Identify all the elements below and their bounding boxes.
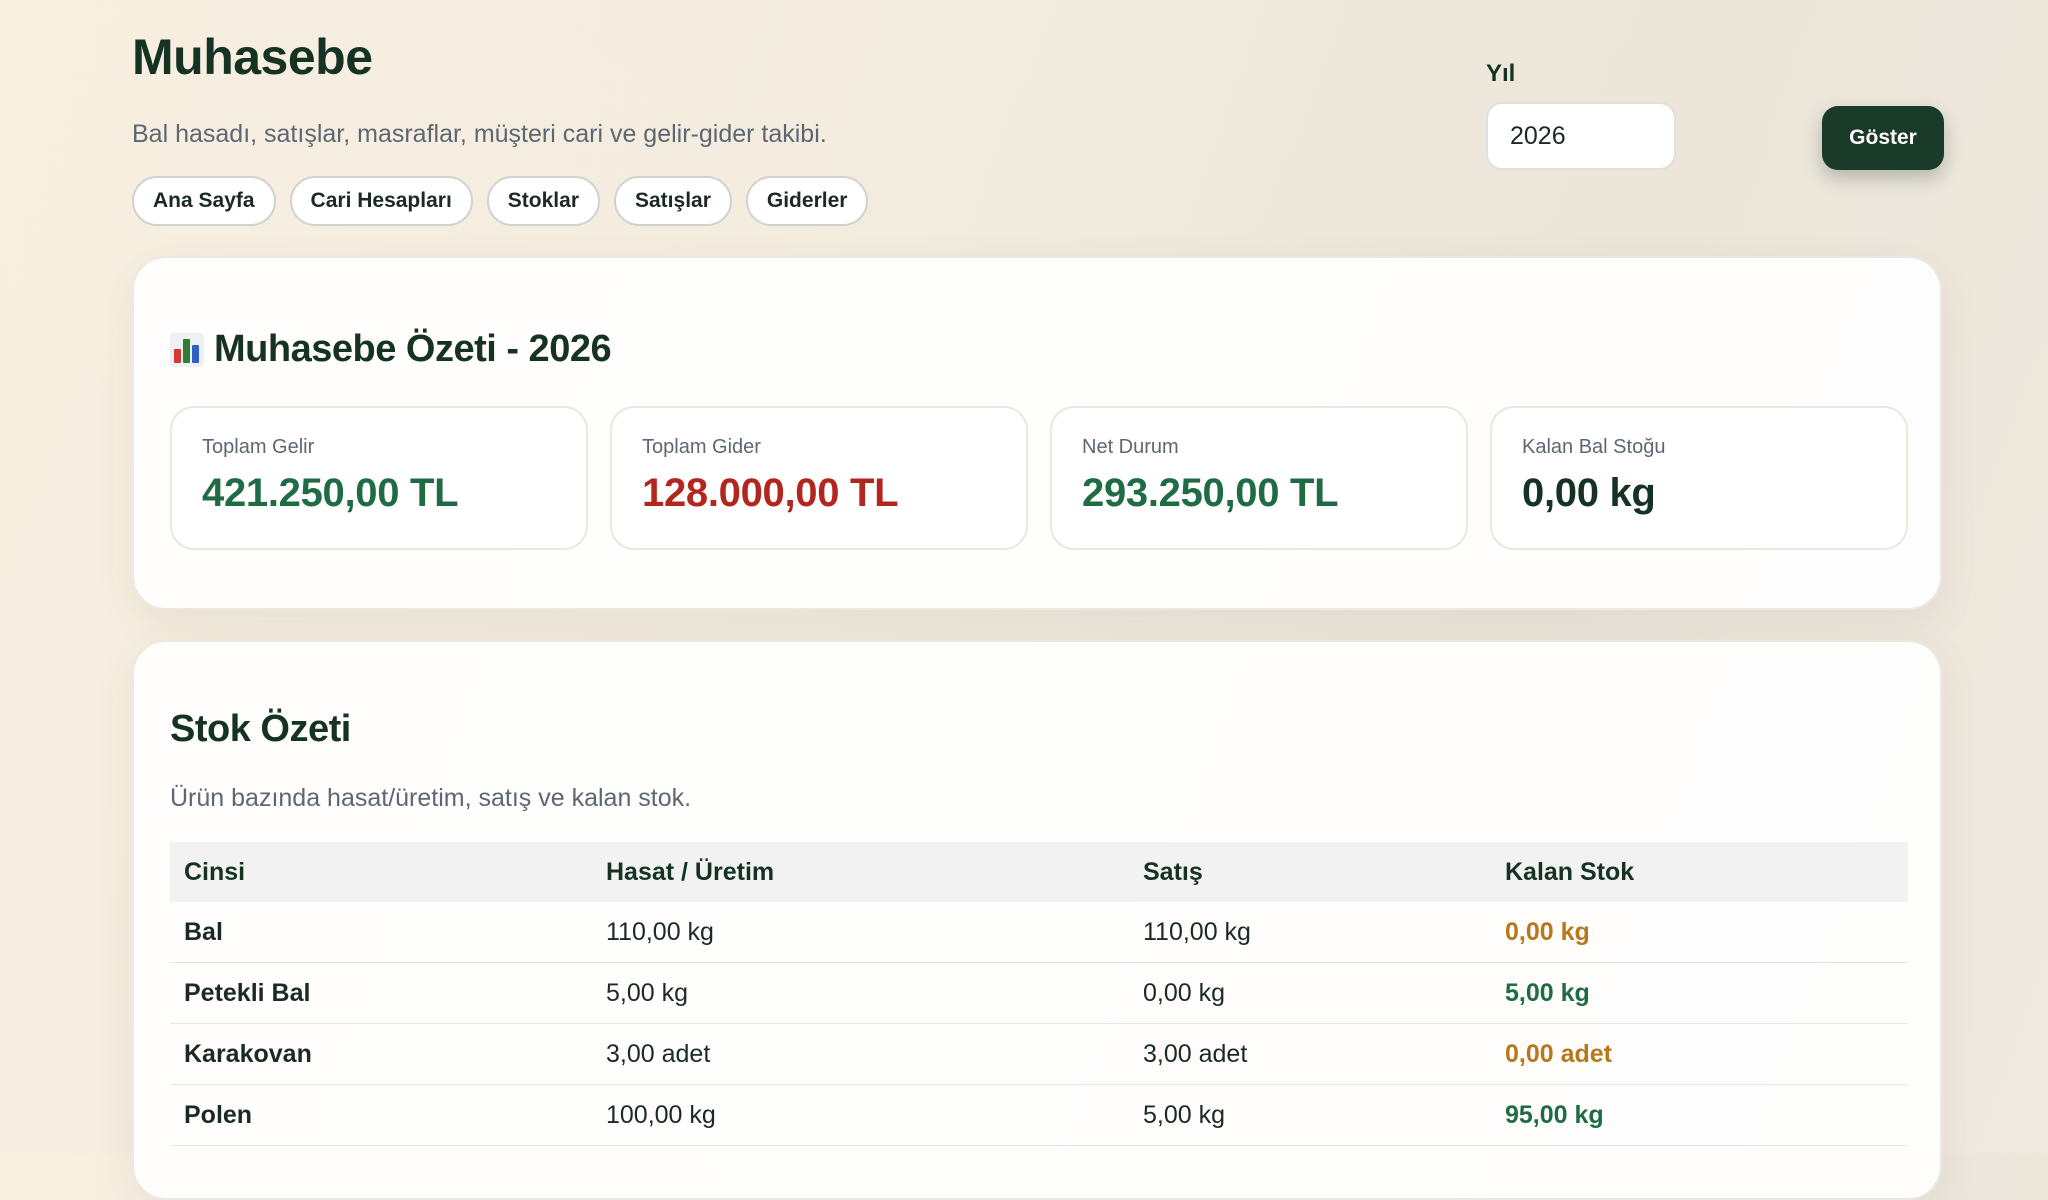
- table-header-row: Cinsi Hasat / Üretim Satış Kalan Stok: [170, 842, 1908, 902]
- summary-title: Muhasebe Özeti - 2026: [170, 328, 612, 371]
- stock-card: Stok Özeti Ürün bazında hasat/üretim, sa…: [132, 640, 1942, 1200]
- stat-row: Toplam Gelir 421.250,00 TL Toplam Gider …: [170, 406, 1908, 550]
- cell-production: 5,00 kg: [592, 962, 1129, 1024]
- cell-sales: 0,00 kg: [1129, 962, 1491, 1024]
- nav-ana-sayfa[interactable]: Ana Sayfa: [132, 176, 276, 226]
- cell-production: 110,00 kg: [592, 902, 1129, 963]
- year-filter: Yıl: [1486, 60, 1676, 170]
- nav-stoklar[interactable]: Stoklar: [486, 176, 600, 226]
- stock-description: Ürün bazında hasat/üretim, satış ve kala…: [170, 784, 692, 812]
- stock-title: Stok Özeti: [170, 708, 351, 750]
- cell-remaining: 0,00 kg: [1491, 902, 1908, 963]
- page-title: Muhasebe: [132, 29, 373, 85]
- nav-satislar[interactable]: Satışlar: [614, 176, 732, 226]
- cell-remaining: 0,00 adet: [1491, 1023, 1908, 1085]
- cell-production: 100,00 kg: [592, 1084, 1129, 1146]
- stat-card-net-status: Net Durum 293.250,00 TL: [1050, 406, 1468, 550]
- cell-type: Polen: [170, 1084, 592, 1146]
- stat-label: Net Durum: [1082, 436, 1179, 458]
- main-nav: Ana Sayfa Cari Hesapları Stoklar Satışla…: [132, 176, 869, 226]
- stat-card-total-expense: Toplam Gider 128.000,00 TL: [610, 406, 1028, 550]
- column-header-remaining: Kalan Stok: [1491, 842, 1908, 902]
- cell-remaining: 5,00 kg: [1491, 962, 1908, 1024]
- column-header-production: Hasat / Üretim: [592, 842, 1129, 902]
- page-subtitle: Bal hasadı, satışlar, masraflar, müşteri…: [132, 120, 827, 148]
- stat-card-honey-stock: Kalan Bal Stoğu 0,00 kg: [1490, 406, 1908, 550]
- stat-value: 128.000,00 TL: [642, 471, 899, 515]
- summary-title-text: Muhasebe Özeti - 2026: [214, 328, 612, 370]
- stat-value: 293.250,00 TL: [1082, 471, 1339, 515]
- stock-table: Cinsi Hasat / Üretim Satış Kalan Stok Ba…: [170, 842, 1908, 1146]
- year-input[interactable]: [1486, 102, 1676, 170]
- stat-label: Toplam Gelir: [202, 436, 315, 458]
- cell-remaining: 95,00 kg: [1491, 1084, 1908, 1146]
- stat-label: Kalan Bal Stoğu: [1522, 436, 1666, 458]
- table-row: Polen 100,00 kg 5,00 kg 95,00 kg: [170, 1084, 1908, 1146]
- column-header-type: Cinsi: [170, 842, 592, 902]
- cell-production: 3,00 adet: [592, 1023, 1129, 1085]
- cell-sales: 110,00 kg: [1129, 902, 1491, 963]
- nav-cari-hesaplari[interactable]: Cari Hesapları: [289, 176, 473, 226]
- stat-label: Toplam Gider: [642, 436, 761, 458]
- table-row: Bal 110,00 kg 110,00 kg 0,00 kg: [170, 902, 1908, 963]
- cell-sales: 3,00 adet: [1129, 1023, 1491, 1085]
- column-header-sales: Satış: [1129, 842, 1491, 902]
- stat-card-total-income: Toplam Gelir 421.250,00 TL: [170, 406, 588, 550]
- table-row: Karakovan 3,00 adet 3,00 adet 0,00 adet: [170, 1023, 1908, 1085]
- stat-value: 0,00 kg: [1522, 471, 1656, 515]
- nav-giderler[interactable]: Giderler: [745, 176, 869, 226]
- bar-chart-icon: [170, 332, 204, 367]
- table-row: Petekli Bal 5,00 kg 0,00 kg 5,00 kg: [170, 962, 1908, 1024]
- year-label: Yıl: [1486, 60, 1516, 87]
- cell-sales: 5,00 kg: [1129, 1084, 1491, 1146]
- show-button[interactable]: Göster: [1822, 106, 1944, 170]
- cell-type: Bal: [170, 902, 592, 963]
- stat-value: 421.250,00 TL: [202, 471, 459, 515]
- cell-type: Petekli Bal: [170, 962, 592, 1024]
- cell-type: Karakovan: [170, 1023, 592, 1085]
- summary-card: Muhasebe Özeti - 2026 Toplam Gelir 421.2…: [132, 256, 1942, 610]
